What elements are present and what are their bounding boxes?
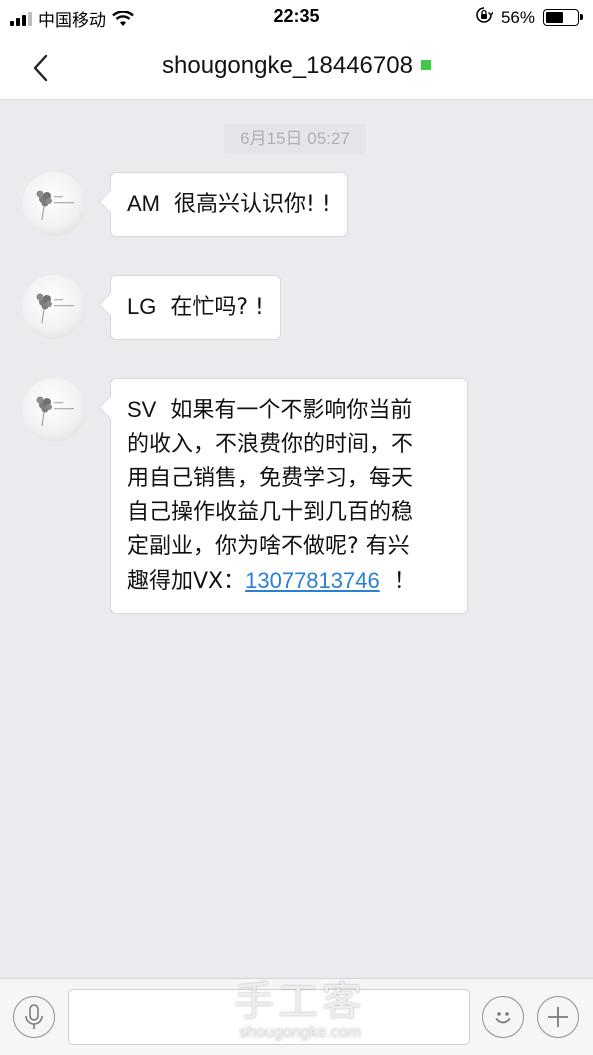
input-bar xyxy=(0,978,593,1055)
message-text: 很高兴认识你! ! xyxy=(174,192,331,217)
message-bubble[interactable]: LG 在忙吗? ! xyxy=(110,275,281,340)
microphone-icon xyxy=(25,1004,43,1029)
message-text-line: 的收入，不浪费你的时间，不 xyxy=(127,432,414,457)
message-input[interactable] xyxy=(68,989,470,1045)
nav-title-wrap: shougongke_18446708 xyxy=(0,52,593,80)
sender-avatar[interactable] xyxy=(22,172,86,236)
message-text-line: 定副业，你为啥不做呢? 有兴 xyxy=(127,534,410,559)
avatar-image xyxy=(36,396,74,427)
message-text-line: 趣得加VX： xyxy=(127,569,246,594)
voice-input-button[interactable] xyxy=(13,996,55,1038)
avatar-image xyxy=(36,190,74,221)
message-prefix: SV xyxy=(127,397,157,422)
message-text-line: 用自己销售，免费学习，每天 xyxy=(127,466,414,491)
orientation-lock-icon xyxy=(475,6,494,29)
phone-number-link[interactable]: 13077813746 xyxy=(245,568,380,593)
message-bubble[interactable]: AM 很高兴认识你! ! xyxy=(110,172,348,237)
contact-name: shougongke_18446708 xyxy=(162,52,413,79)
battery-icon xyxy=(543,9,583,26)
chat-area[interactable]: 6月15日 05:27 AM 很高兴认识你! ! LG 在忙吗? ! SV 如果… xyxy=(0,100,593,978)
sender-avatar[interactable] xyxy=(22,275,86,339)
message-prefix: AM xyxy=(127,191,160,216)
more-actions-button[interactable] xyxy=(537,996,579,1038)
sender-avatar[interactable] xyxy=(22,378,86,442)
message-text-end: ！ xyxy=(393,569,416,594)
message-prefix: LG xyxy=(127,294,157,319)
emoji-button[interactable] xyxy=(482,996,524,1038)
plus-icon xyxy=(548,1007,568,1027)
online-status-indicator xyxy=(420,60,431,70)
avatar-image xyxy=(36,293,74,324)
emoji-icon xyxy=(495,1012,511,1024)
message-line: SV 如果有一个不影响你当前 xyxy=(127,393,451,428)
message-timestamp: 6月15日 05:27 xyxy=(224,124,366,154)
message-bubble[interactable]: SV 如果有一个不影响你当前 的收入，不浪费你的时间，不 用自己销售，免费学习，… xyxy=(110,378,468,614)
battery-fill xyxy=(546,12,563,23)
message-text-line: 自己操作收益几十到几百的稳 xyxy=(127,500,414,525)
status-bar: 中国移动 22:35 56% xyxy=(0,0,593,32)
message-text: 在忙吗? ! xyxy=(170,295,264,320)
battery-percent: 56% xyxy=(500,7,535,27)
message-line: 趣得加VX：13077813746 ！ xyxy=(127,564,451,599)
message-text-line: 如果有一个不影响你当前 xyxy=(170,398,413,423)
nav-bar: shougongke_18446708 xyxy=(0,32,593,100)
status-right: 56% xyxy=(475,6,583,29)
